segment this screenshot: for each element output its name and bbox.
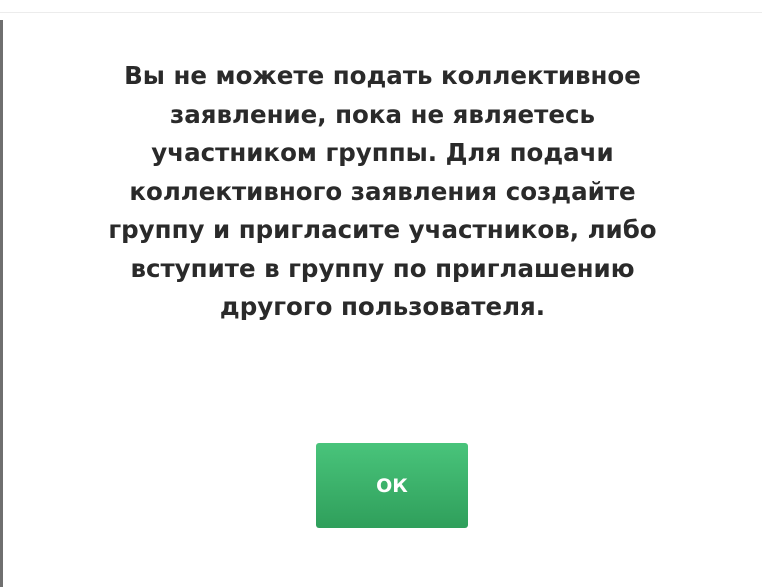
ok-button[interactable]: ОК [316,443,468,528]
message-line: заявление, пока не являетесь [170,99,595,129]
message-line: другого пользователя. [219,292,546,321]
message-line: вступите в группу по приглашению [130,253,635,283]
message-line: коллективного заявления создайте [129,176,636,206]
modal-dialog: Вы не можете подать коллективное заявлен… [3,13,762,587]
message-line: группу и пригласите участников, либо [108,215,657,244]
dialog-message: Вы не можете подать коллективное заявлен… [3,57,762,327]
message-line: участником группы. Для подачи [151,138,614,167]
message-line: Вы не можете подать коллективное [124,61,641,90]
